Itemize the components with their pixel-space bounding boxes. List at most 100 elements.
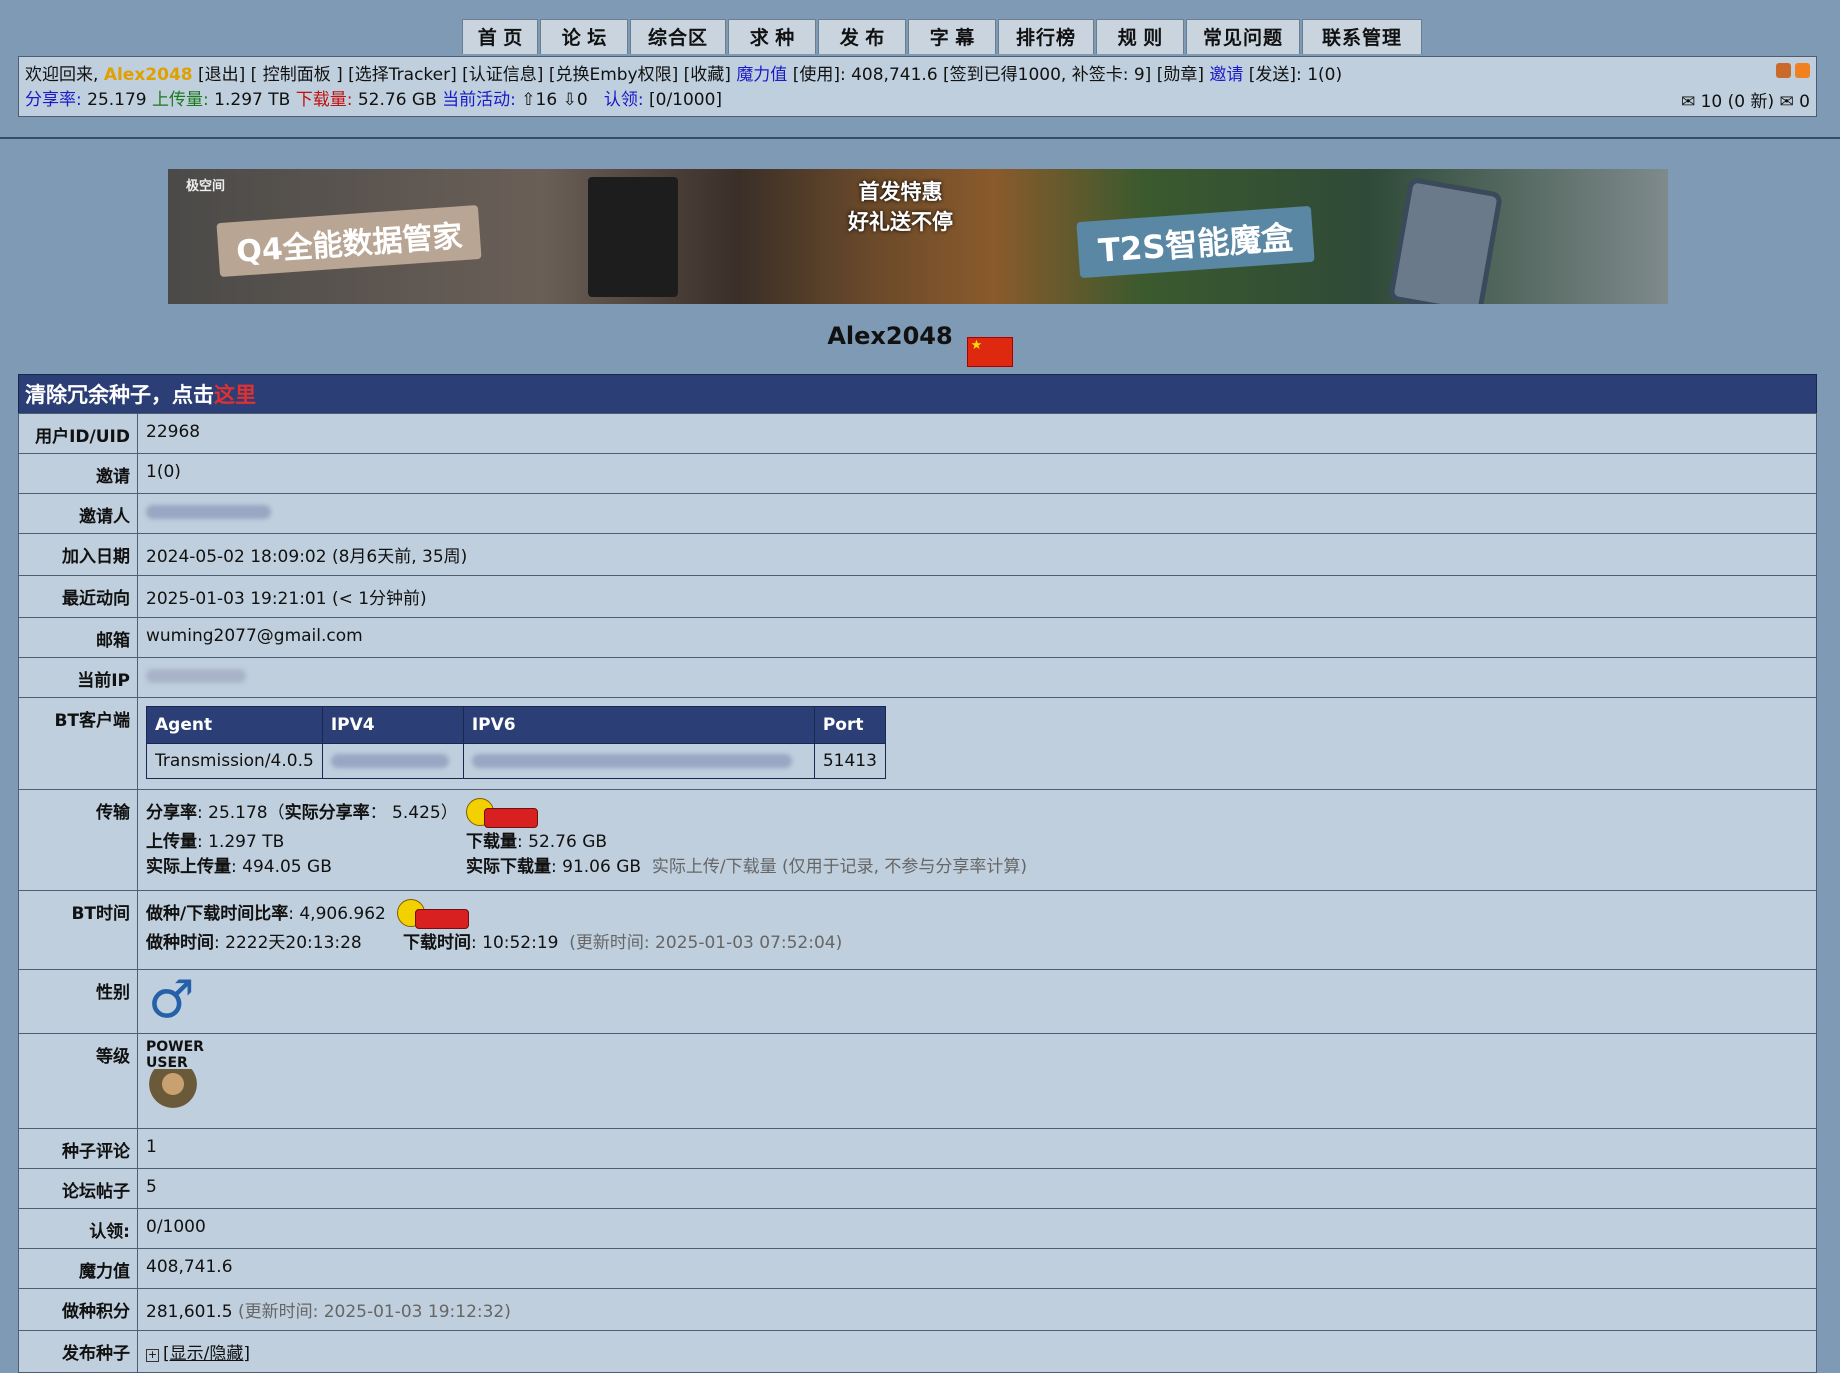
invite-text: [发送]: 1(0) [1243,65,1343,85]
col-ipv4: IPV4 [321,706,464,744]
header-divider [0,137,1840,139]
invite-link[interactable]: 邀请 [1209,65,1243,85]
row-email: 邮箱 wuming2077@gmail.com [18,617,1817,658]
main-nav: 首 页 论 坛 综合区 求 种 发 布 字 幕 排行榜 规 则 常见问题 联系管… [462,19,1424,86]
banner-left-text: Q4全能数据管家 [216,204,482,278]
comments-value[interactable]: 1 [137,1128,1817,1169]
row-ip: 当前IP [18,657,1817,698]
cleanup-link[interactable]: 这里 [214,383,256,407]
last-seen-value: 2025-01-03 19:21:01 (< 1分钟前) [137,575,1817,618]
row-last-seen: 最近动向 2025-01-03 19:21:01 (< 1分钟前) [18,575,1817,618]
real-download-key: 实际下载量 [466,857,551,877]
col-ipv6: IPV6 [462,706,815,744]
ratio-val: : 25.178（ [197,803,285,823]
cleanup-notice: 清除冗余种子，点击这里 [18,374,1817,414]
china-flag-icon: ★ [966,337,1013,367]
seed-time-val: : 2222天20:13:28 [214,933,362,953]
posts-value[interactable]: 5 [137,1168,1817,1209]
message-counters[interactable]: ✉ 10 (0 新) ✉ 0 [1681,90,1810,115]
row-invites: 邀请 1(0) [18,453,1817,494]
active-value: ⇧16 ⇩0 [515,90,588,110]
seed-time-key: 做种时间 [146,933,214,953]
nav-subtitles[interactable]: 字 幕 [908,19,996,54]
download-label: 下载量: [295,90,353,110]
nav-home[interactable]: 首 页 [462,19,538,54]
expand-icon[interactable]: + [146,1349,159,1362]
username-link[interactable]: Alex2048 [104,65,193,85]
invites-value: 1(0) [137,453,1817,494]
bt-time-updated: (更新时间: 2025-01-03 07:52:04) [569,933,843,953]
row-joined: 加入日期 2024-05-02 18:09:02 (8月6天前, 35周) [18,533,1817,576]
ip-value [137,657,1817,698]
nav-requests[interactable]: 求 种 [728,19,816,54]
inviter-value[interactable] [137,493,1817,534]
class-value: POWER USER [137,1033,1817,1129]
download-value: 52.76 GB [352,90,443,110]
col-port: Port [813,706,886,744]
joined-label: 加入日期 [18,533,138,576]
upload-value: 1.297 TB [208,90,296,110]
nav-faq[interactable]: 常见问题 [1186,19,1300,54]
seed-points-value: 281,601.5 (更新时间: 2025-01-03 19:12:32) [137,1288,1817,1331]
bookmark-icon[interactable] [1776,63,1791,78]
profile-heading: Alex2048 ★ [0,322,1840,367]
row-gender: 性别 ♂ [18,969,1817,1034]
uid-value: 22968 [137,413,1817,454]
table-row: Transmission/4.0.5 51413 [146,743,886,779]
last-seen-label: 最近动向 [18,575,138,618]
comments-label: 种子评论 [18,1128,138,1169]
ipv6-cell [462,743,815,779]
header-icons [1776,63,1810,78]
bonus-link[interactable]: 魔力值 [736,65,787,85]
gender-label: 性别 [18,969,138,1034]
nav-upload[interactable]: 发 布 [818,19,906,54]
bt-time-value: 做种/下载时间比率: 4,906.962 做种时间: 2222天20:13:28… [137,890,1817,970]
show-hide-link[interactable]: [显示/隐藏] [163,1344,250,1364]
upload-val: : 1.297 TB [197,832,285,852]
ad-banner[interactable]: 极空间 Q4全能数据管家 首发特惠 好礼送不停 T2S智能魔盒 [168,169,1668,304]
info-line-1: 欢迎回来, Alex2048 [退出] [ 控制面板 ] [选择Tracker]… [25,63,1810,88]
seed-points-updated: (更新时间: 2025-01-03 19:12:32) [237,1302,511,1322]
ip-label: 当前IP [18,657,138,698]
nas-device-image [588,177,678,297]
row-uploads: 发布种子 + [显示/隐藏] [18,1330,1817,1373]
claim-label: 认领: [603,90,644,110]
account-links[interactable]: [退出] [ 控制面板 ] [选择Tracker] [认证信息] [兑换Emby… [193,65,737,85]
row-posts: 论坛帖子 5 [18,1168,1817,1209]
bonus-label: 魔力值 [18,1248,138,1289]
claim-value: [0/1000] [643,90,723,110]
redacted-ipv6 [471,754,792,768]
email-value: wuming2077@gmail.com [137,617,1817,658]
row-bt-client: BT客户端 Agent IPV4 IPV6 Port Transmission/… [18,697,1817,790]
agent-cell: Transmission/4.0.5 [146,743,323,779]
download-key: 下载量 [466,832,517,852]
nav-top10[interactable]: 排行榜 [998,19,1094,54]
welcome-text: 欢迎回来, [25,65,104,85]
active-label: 当前活动: [442,90,516,110]
nav-general[interactable]: 综合区 [630,19,726,54]
profile-username: Alex2048 [827,322,953,350]
seed-ratio-key: 做种/下载时间比率 [146,904,289,924]
posts-label: 论坛帖子 [18,1168,138,1209]
nav-rules[interactable]: 规 则 [1096,19,1184,54]
banner-right-text: T2S智能魔盒 [1076,205,1315,279]
bonus-text: [使用]: 408,741.6 [签到已得1000, 补签卡: 9] [勋章] [787,65,1210,85]
nav-forum[interactable]: 论 坛 [540,19,628,54]
upload-key: 上传量 [146,832,197,852]
ratio-smiley-icon [466,796,538,830]
row-bonus: 魔力值 408,741.6 [18,1248,1817,1289]
row-inviter: 邀请人 [18,493,1817,534]
uid-label: 用户ID/UID [18,413,138,454]
download-val: : 52.76 GB [517,832,608,852]
nav-contact-staff[interactable]: 联系管理组 [1302,19,1422,86]
claims-label: 认领: [18,1208,138,1249]
ratio-value: 25.179 [81,90,153,110]
col-agent: Agent [146,706,323,744]
real-ratio-key: 实际分享率 [284,803,370,823]
user-info-bar: 欢迎回来, Alex2048 [退出] [ 控制面板 ] [选择Tracker]… [18,56,1817,117]
profile-table: 用户ID/UID 22968 邀请 1(0) 邀请人 加入日期 2024-05-02 … [18,413,1817,1373]
port-cell: 51413 [813,743,886,779]
leech-time-key: 下载时间 [403,933,471,953]
ratio-label: 分享率: [25,90,82,110]
rss-icon[interactable] [1795,63,1810,78]
